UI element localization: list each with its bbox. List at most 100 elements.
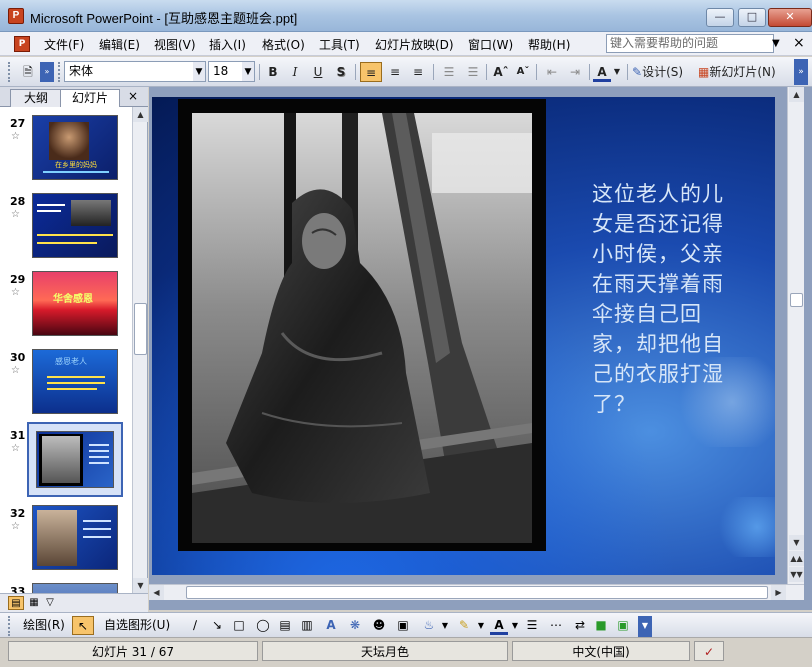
- maximize-button[interactable]: □: [738, 8, 766, 27]
- slide-thumbnail[interactable]: 在乡里的妈妈: [32, 115, 118, 180]
- editor-horizontal-scrollbar[interactable]: ◀ ▶: [149, 584, 804, 600]
- menu-help[interactable]: 帮助(H): [528, 36, 570, 53]
- menu-edit[interactable]: 编辑(E): [99, 36, 140, 53]
- arrow-tool-icon[interactable]: ↘: [208, 616, 226, 635]
- slide-thumbnail-row[interactable]: 29 ☆ 华舍感恩: [0, 267, 132, 345]
- tab-slides[interactable]: 幻灯片: [60, 89, 120, 107]
- elderly-man-photo[interactable]: [192, 113, 532, 543]
- font-color-icon[interactable]: A: [490, 616, 508, 635]
- toolbar-options-icon[interactable]: ▼: [638, 616, 652, 638]
- language-indicator[interactable]: 中文(中国): [512, 641, 690, 661]
- shadow-style-icon[interactable]: ■: [592, 616, 610, 635]
- numbered-list-icon[interactable]: ☰: [438, 62, 460, 82]
- increase-indent-icon[interactable]: ⇥: [564, 62, 586, 82]
- previous-slide-icon[interactable]: ▲▲: [789, 551, 804, 566]
- menu-tools[interactable]: 工具(T): [319, 36, 360, 53]
- 3d-style-icon[interactable]: ▣: [614, 616, 632, 635]
- rectangle-tool-icon[interactable]: □: [230, 616, 248, 635]
- scroll-down-icon[interactable]: ▼: [133, 578, 148, 593]
- slide-thumbnail[interactable]: [32, 505, 118, 570]
- next-slide-icon[interactable]: ▼▼: [789, 567, 804, 582]
- editor-vertical-scrollbar[interactable]: ▲ ▼ ▲▲ ▼▼: [787, 87, 804, 584]
- diagram-icon[interactable]: ❋: [346, 616, 364, 635]
- slide-thumbnail[interactable]: [32, 583, 118, 593]
- close-window-button[interactable]: ✕: [768, 8, 812, 27]
- clipart-icon[interactable]: ☻: [370, 616, 388, 635]
- decrease-font-size-icon[interactable]: Aˇ: [512, 62, 534, 82]
- align-right-icon[interactable]: ≡: [407, 62, 429, 82]
- align-center-icon[interactable]: ≡: [384, 62, 406, 82]
- scrollbar-thumb[interactable]: [134, 303, 147, 355]
- scroll-up-icon[interactable]: ▲: [789, 87, 804, 102]
- shadow-button[interactable]: S: [332, 62, 350, 82]
- close-document-icon[interactable]: ×: [793, 35, 805, 51]
- fill-color-dropdown-icon[interactable]: ▼: [440, 616, 450, 635]
- slide-thumbnail[interactable]: 感恩老人: [32, 349, 118, 414]
- help-dropdown-icon[interactable]: ▼: [772, 38, 780, 49]
- close-pane-icon[interactable]: ×: [128, 89, 138, 103]
- minimize-button[interactable]: —: [706, 8, 734, 27]
- menu-insert[interactable]: 插入(I): [209, 36, 246, 53]
- document-icon[interactable]: P: [14, 36, 30, 52]
- line-style-icon[interactable]: ☰: [522, 616, 542, 635]
- menu-slideshow[interactable]: 幻灯片放映(D): [375, 36, 454, 53]
- scrollbar-thumb[interactable]: [186, 586, 768, 599]
- normal-view-icon[interactable]: ▤: [8, 596, 24, 610]
- font-name-select[interactable]: 宋体: [64, 61, 194, 82]
- slide-thumbnail-row[interactable]: 27 ☆ 在乡里的妈妈: [0, 111, 132, 189]
- align-left-icon[interactable]: ≡: [360, 62, 382, 82]
- help-search-input[interactable]: 键入需要帮助的问题: [606, 34, 774, 53]
- spelling-check-icon[interactable]: ✓: [694, 641, 724, 661]
- slide-thumbnail[interactable]: [36, 431, 114, 488]
- bulleted-list-icon[interactable]: ☰: [462, 62, 484, 82]
- fill-color-icon[interactable]: ♨: [420, 616, 438, 635]
- menu-view[interactable]: 视图(V): [154, 36, 196, 53]
- line-tool-icon[interactable]: ∕: [186, 616, 204, 635]
- design-template-name[interactable]: 天坛月色: [262, 641, 508, 661]
- font-size-dropdown-icon[interactable]: ▼: [242, 61, 255, 82]
- oval-tool-icon[interactable]: ◯: [254, 616, 272, 635]
- font-name-dropdown-icon[interactable]: ▼: [193, 61, 206, 82]
- slide-thumbnail-row[interactable]: 32 ☆: [0, 501, 132, 579]
- toolbar-overflow-icon[interactable]: »: [40, 62, 54, 82]
- slide-thumbnail[interactable]: 华舍感恩: [32, 271, 118, 336]
- current-slide[interactable]: 这位老人的儿女是否还记得小时侯，父亲在雨天撑着雨伞接自己回家，却把他自己的衣服打…: [152, 97, 775, 575]
- select-pointer-icon[interactable]: ↖: [72, 616, 94, 635]
- font-color-dropdown-icon[interactable]: ▼: [510, 616, 520, 635]
- scrollbar-thumb[interactable]: [790, 293, 803, 307]
- design-button[interactable]: ✎设计(S): [632, 62, 694, 82]
- menu-window[interactable]: 窗口(W): [468, 36, 513, 53]
- bold-button[interactable]: B: [264, 62, 282, 82]
- new-document-icon[interactable]: 🗎: [18, 62, 38, 82]
- slide-thumbnail-row[interactable]: 30 ☆ 感恩老人: [0, 345, 132, 423]
- slide-sorter-view-icon[interactable]: ▦: [26, 596, 42, 610]
- scroll-left-icon[interactable]: ◀: [149, 585, 164, 600]
- insert-picture-icon[interactable]: ▣: [394, 616, 412, 635]
- scroll-right-icon[interactable]: ▶: [771, 585, 786, 600]
- menu-file[interactable]: 文件(F): [44, 36, 84, 53]
- draw-menu-button[interactable]: 绘图(R): [16, 616, 72, 635]
- new-slide-button[interactable]: ▦新幻灯片(N): [698, 62, 790, 82]
- toolbar-grip[interactable]: [58, 62, 61, 82]
- wordart-icon[interactable]: A: [322, 616, 340, 635]
- underline-button[interactable]: U: [309, 62, 327, 82]
- slide-thumbnail-row[interactable]: 33: [0, 579, 132, 593]
- line-color-icon[interactable]: ✎: [454, 616, 474, 635]
- slideshow-view-icon[interactable]: ▽: [42, 596, 58, 610]
- toolbar-options-icon[interactable]: »: [794, 59, 808, 85]
- slide-thumbnail-row[interactable]: 28 ☆: [0, 189, 132, 267]
- autoshapes-button[interactable]: 自选图形(U): [104, 616, 170, 635]
- dash-style-icon[interactable]: ⋯: [546, 616, 566, 635]
- font-color-dropdown-icon[interactable]: ▼: [611, 62, 623, 82]
- slides-pane-scrollbar[interactable]: ▲ ▼: [132, 107, 148, 593]
- toolbar-grip[interactable]: [8, 616, 11, 636]
- italic-button[interactable]: I: [286, 62, 304, 82]
- tab-outline[interactable]: 大纲: [10, 89, 62, 107]
- slide-thumbnail[interactable]: [32, 193, 118, 258]
- photo-frame[interactable]: [178, 99, 546, 551]
- decrease-indent-icon[interactable]: ⇤: [541, 62, 563, 82]
- font-color-icon[interactable]: A: [593, 62, 611, 82]
- slide-body-text[interactable]: 这位老人的儿女是否还记得小时侯，父亲在雨天撑着雨伞接自己回家，却把他自己的衣服打…: [592, 179, 726, 419]
- slide-thumbnail-row-selected[interactable]: 31 ☆: [0, 422, 132, 501]
- scroll-up-icon[interactable]: ▲: [133, 107, 148, 122]
